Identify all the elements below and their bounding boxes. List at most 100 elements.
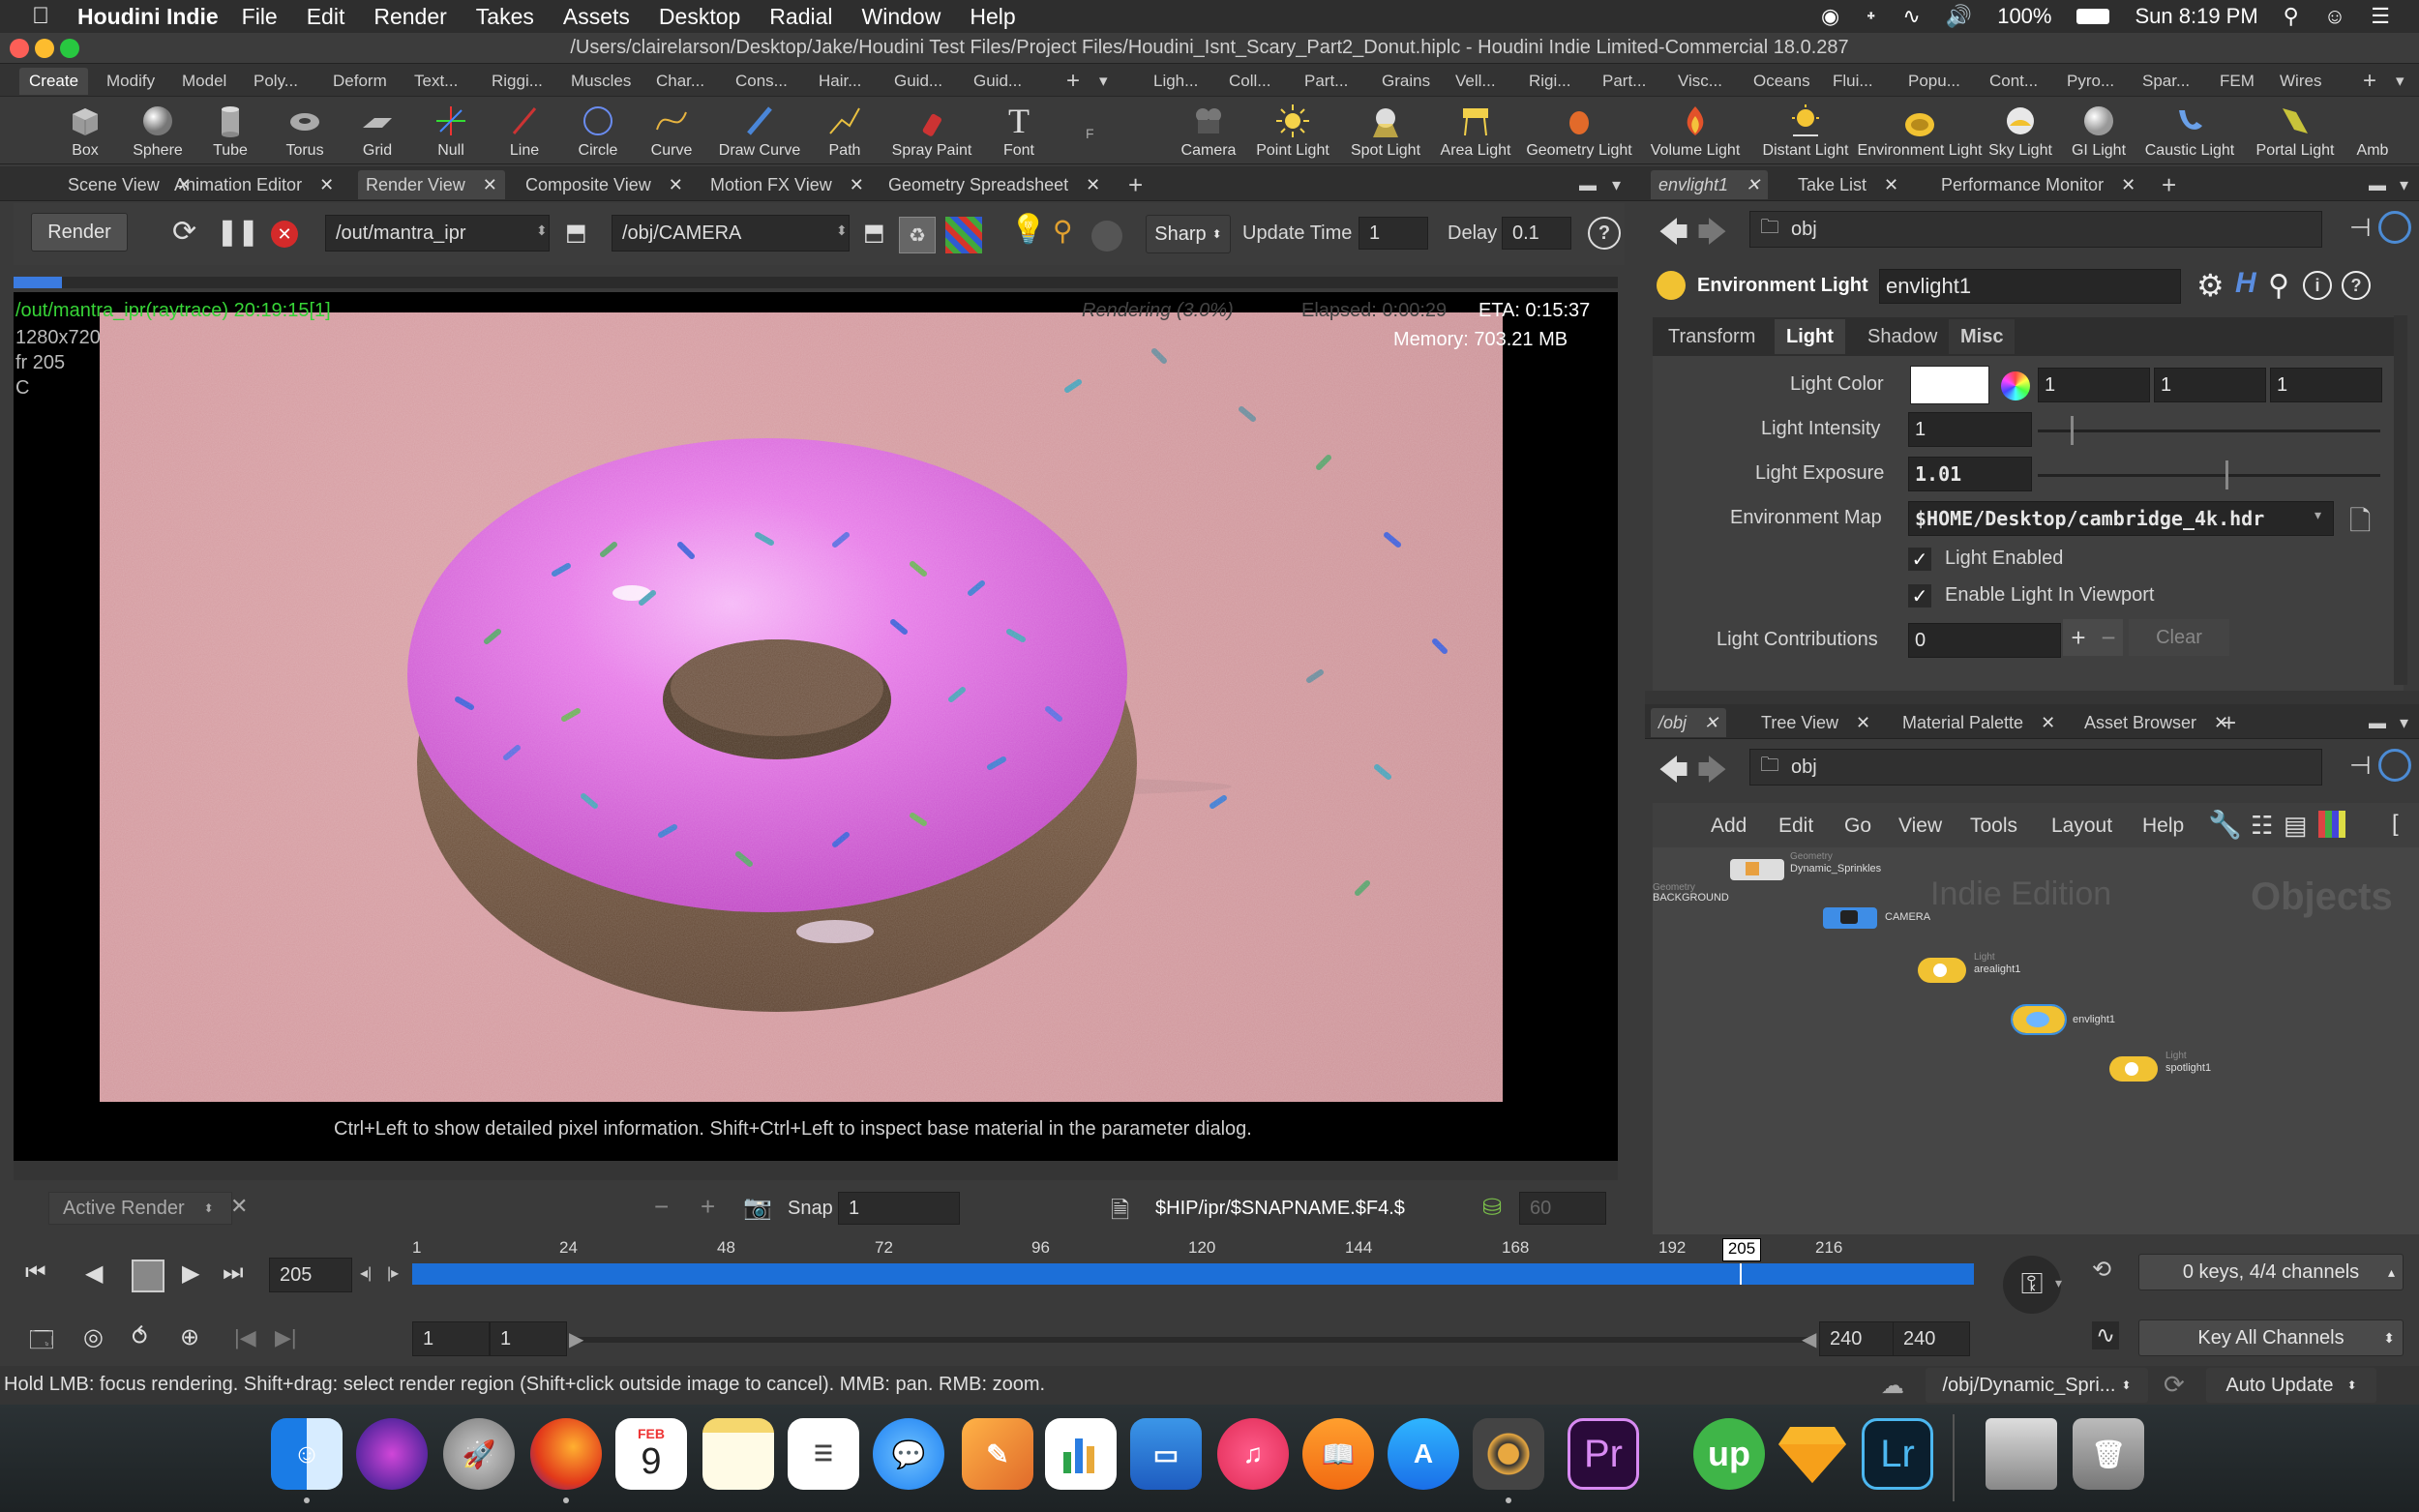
node-envlight1[interactable]: [2011, 1004, 2067, 1035]
network-pin-icon[interactable]: ⊣: [2349, 751, 2372, 781]
pane-maximize-icon[interactable]: ▬: [1571, 170, 1604, 199]
menu-edit[interactable]: Edit: [307, 4, 345, 30]
tab-render-view[interactable]: Render View ✕: [358, 170, 505, 199]
close-tab-icon[interactable]: ✕: [2121, 175, 2135, 195]
info-icon[interactable]: i: [2303, 271, 2332, 300]
rop-dropdown-icon[interactable]: ⬍: [536, 222, 548, 239]
remove-snapshot-icon[interactable]: −: [654, 1192, 669, 1222]
firefox-icon[interactable]: [530, 1418, 602, 1490]
keynote-icon[interactable]: ▭: [1130, 1418, 1202, 1490]
tab-composite-view[interactable]: Composite View ✕: [518, 170, 691, 199]
launchpad-icon[interactable]: 🚀: [443, 1418, 515, 1490]
shelf-tab-collisions[interactable]: Coll...: [1219, 68, 1280, 95]
current-frame-field[interactable]: 205: [269, 1258, 352, 1292]
tool-grid[interactable]: Grid: [339, 97, 416, 164]
frame-marker[interactable]: 205: [1722, 1238, 1761, 1261]
tool-draw-curve[interactable]: Draw Curve: [719, 97, 800, 164]
network-menu-go[interactable]: Go: [1844, 815, 1871, 838]
tree-layout-icon[interactable]: ☷: [2251, 811, 2273, 841]
reminders-icon[interactable]: ☰: [788, 1418, 859, 1490]
range-slider[interactable]: [575, 1337, 1809, 1343]
close-tab-icon[interactable]: ✕: [2041, 713, 2055, 733]
upwork-icon[interactable]: up: [1693, 1418, 1765, 1490]
light-intensity-field[interactable]: 1: [1908, 412, 2032, 447]
close-tab-icon[interactable]: ✕: [483, 175, 497, 195]
shelf-tab-poly[interactable]: Poly...: [244, 68, 308, 95]
tool-torus[interactable]: Torus: [266, 97, 343, 164]
audio-icon[interactable]: 🗔: [29, 1323, 54, 1363]
range-handle-left[interactable]: ▶: [569, 1327, 583, 1351]
shelf-tab-guide-2[interactable]: Guid...: [964, 68, 1031, 95]
houdini-icon[interactable]: [1473, 1418, 1544, 1490]
key-all-channels-dropdown[interactable]: Key All Channels ⬍: [2138, 1319, 2404, 1356]
premiere-pro-icon[interactable]: Pr: [1568, 1418, 1639, 1490]
range-end-field[interactable]: 240: [1819, 1321, 1896, 1356]
stop-render-icon[interactable]: ✕: [271, 221, 298, 248]
close-tab-icon[interactable]: ✕: [1746, 175, 1760, 195]
render-button[interactable]: Render: [31, 213, 128, 252]
shelf-tab-vellum[interactable]: Vell...: [1446, 68, 1506, 95]
messages-icon[interactable]: 💬: [873, 1418, 944, 1490]
channel-refresh-icon[interactable]: ⟲: [2092, 1256, 2111, 1284]
network-menu-tools[interactable]: Tools: [1970, 815, 2017, 838]
light-enabled-checkbox[interactable]: ✓: [1908, 548, 1931, 571]
battery-icon[interactable]: [2076, 9, 2110, 24]
tool-spray-paint[interactable]: Spray Paint: [892, 97, 971, 164]
right-pane-menu-icon[interactable]: ▾: [2392, 170, 2416, 199]
tool-distant-light[interactable]: Distant Light: [1763, 97, 1848, 164]
zoom-window-button[interactable]: [60, 39, 79, 58]
minimize-window-button[interactable]: [35, 39, 54, 58]
jump-end-icon[interactable]: ⏭: [223, 1260, 244, 1287]
loop-icon[interactable]: ⥀: [132, 1323, 147, 1351]
network-pane-menu-icon[interactable]: ▾: [2392, 708, 2416, 737]
parm-scrollbar[interactable]: [2394, 315, 2407, 685]
snapshot-count-field[interactable]: 60: [1519, 1192, 1606, 1225]
shelf-tab-fem[interactable]: FEM: [2210, 68, 2264, 95]
shelf-tab-constraints[interactable]: Cons...: [726, 68, 797, 95]
tool-sphere[interactable]: Sphere: [119, 97, 196, 164]
shelf-tab-muscles[interactable]: Muscles: [561, 68, 641, 95]
range-handle-right[interactable]: ◀: [1802, 1327, 1816, 1351]
tool-box[interactable]: Box: [46, 97, 124, 164]
clock[interactable]: Sun 8:19 PM: [2135, 4, 2257, 29]
clear-button[interactable]: Clear: [2129, 619, 2229, 656]
tab-obj[interactable]: /obj ✕: [1651, 708, 1727, 737]
network-path-field[interactable]: 🗀 obj: [1749, 749, 2322, 786]
shelf-tab-model[interactable]: Model: [172, 68, 236, 95]
node-spotlight1[interactable]: [2109, 1056, 2158, 1082]
books-icon[interactable]: 📖: [1302, 1418, 1374, 1490]
help-circle-icon[interactable]: ?: [2342, 271, 2371, 300]
network-menu-add[interactable]: Add: [1711, 815, 1747, 838]
notification-center-icon[interactable]: ☰: [2371, 4, 2390, 29]
shelf-tab-oceans[interactable]: Oceans: [1744, 68, 1820, 95]
tool-volume-light[interactable]: Volume Light: [1651, 97, 1740, 164]
tool-circle[interactable]: Circle: [559, 97, 637, 164]
light-exposure-field[interactable]: 1.01: [1908, 457, 2032, 491]
add-pane-tab-icon[interactable]: +: [1120, 170, 1150, 199]
realtime-toggle-icon[interactable]: ◎: [83, 1323, 104, 1351]
light-viewport-checkbox[interactable]: ✓: [1908, 584, 1931, 608]
tool-null[interactable]: Null: [412, 97, 490, 164]
active-render-dropdown[interactable]: Active Render ⬍: [48, 1192, 232, 1225]
shelf-menu-right-chevron-icon[interactable]: ▾: [2386, 68, 2414, 95]
tab-light[interactable]: Light: [1775, 319, 1845, 354]
shelf-tab-fluid-containers[interactable]: Flui...: [1823, 68, 1883, 95]
tool-gi-light[interactable]: GI Light: [2060, 97, 2137, 164]
shelf-tab-rigging[interactable]: Riggi...: [482, 68, 552, 95]
snap-field[interactable]: 1: [838, 1192, 960, 1225]
wifi-icon[interactable]: ∿: [1902, 4, 1920, 29]
tool-portal-light[interactable]: Portal Light: [2256, 97, 2334, 164]
menu-assets[interactable]: Assets: [563, 4, 630, 30]
finder-icon[interactable]: ☺: [271, 1418, 343, 1490]
shelf-tab-hair[interactable]: Hair...: [809, 68, 871, 95]
network-menu-edit[interactable]: Edit: [1778, 815, 1813, 838]
add-shelf-tab-right-icon[interactable]: +: [2353, 68, 2386, 95]
forward-arrow-icon[interactable]: 🡆: [1697, 211, 1727, 260]
menu-radial[interactable]: Radial: [769, 4, 832, 30]
viewport-splitter[interactable]: [14, 1161, 1618, 1180]
close-snapshot-icon[interactable]: ✕: [230, 1194, 248, 1219]
save-snapshot-icon[interactable]: 🗎: [1111, 1194, 1129, 1233]
shelf-tab-particle-fluids[interactable]: Part...: [1593, 68, 1656, 95]
houdini-help-icon[interactable]: H: [2235, 267, 2256, 300]
light-color-swatch[interactable]: [1910, 366, 1989, 404]
